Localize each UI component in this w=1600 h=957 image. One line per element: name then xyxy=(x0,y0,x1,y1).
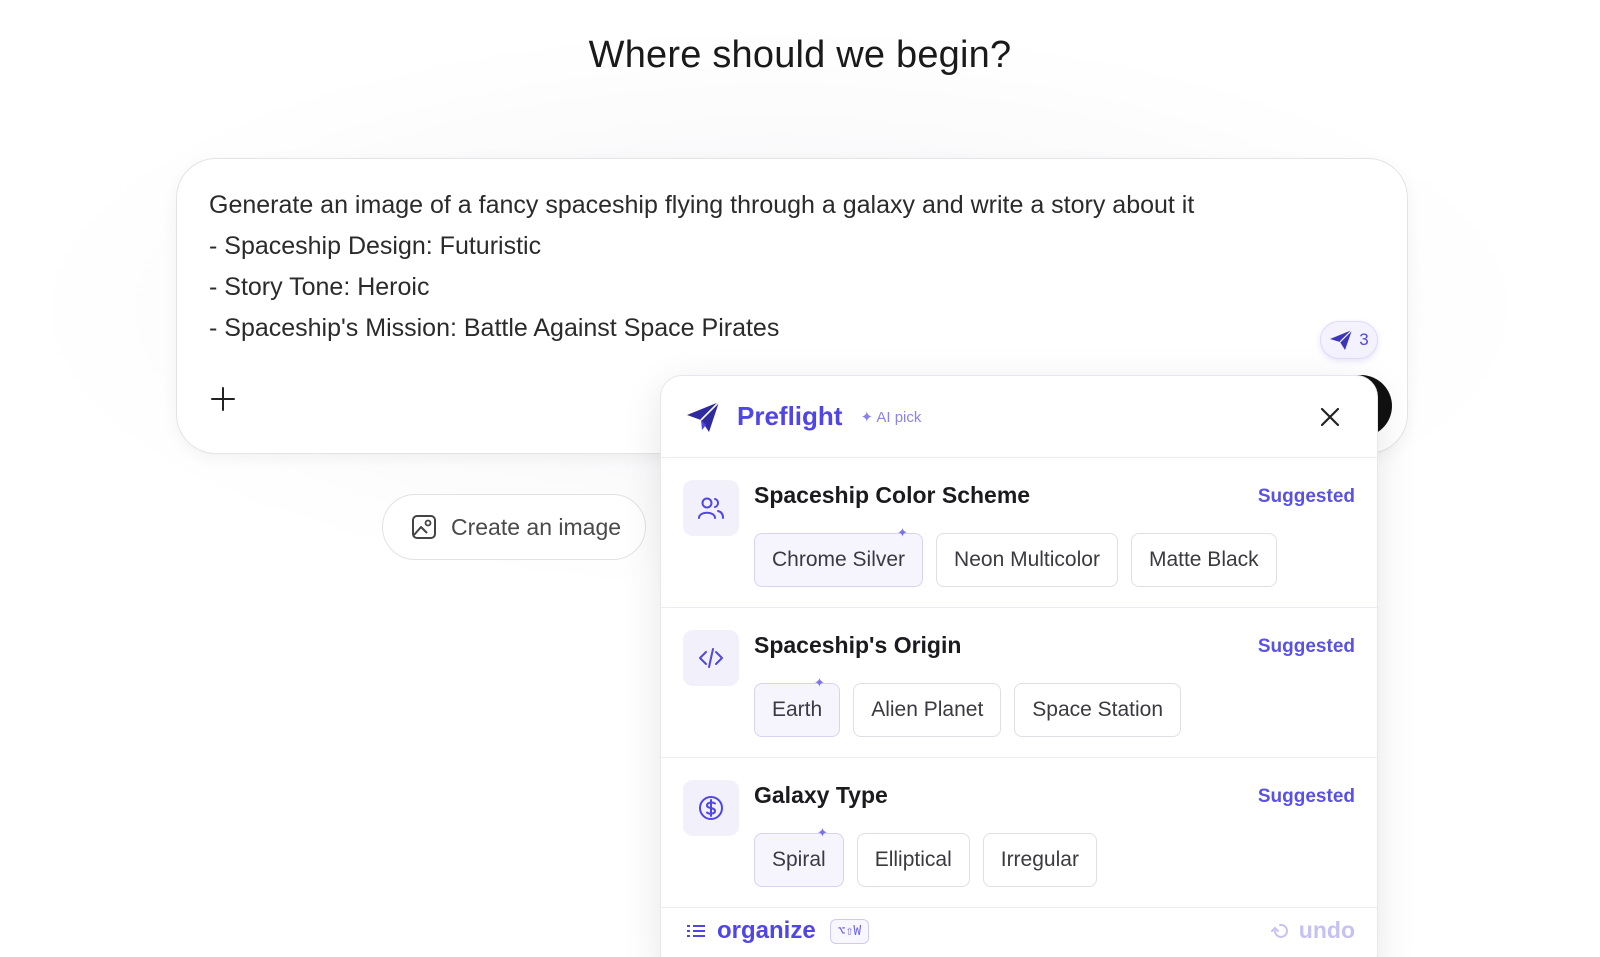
option-spiral[interactable]: ✦ Spiral xyxy=(754,825,844,887)
option-alien-planet[interactable]: Alien Planet xyxy=(853,683,1002,737)
close-button[interactable] xyxy=(1317,404,1343,430)
preflight-panel: Preflight ✦ AI pick Spaceship Color Sche… xyxy=(660,375,1378,957)
preflight-header: Preflight ✦ AI pick xyxy=(661,376,1377,458)
prompt-line: Generate an image of a fancy spaceship f… xyxy=(209,191,1195,219)
image-icon xyxy=(412,515,436,539)
option-chrome-silver[interactable]: ✦ Chrome Silver xyxy=(754,525,924,587)
section-title: Galaxy Type xyxy=(754,782,888,808)
option-space-station[interactable]: Space Station xyxy=(1014,683,1182,737)
preflight-section-color-scheme: Spaceship Color Scheme Suggested ✦ Chrom… xyxy=(661,458,1377,608)
list-icon xyxy=(687,925,705,937)
option-group: ✦ Chrome Silver Neon Multicolor Matte Bl… xyxy=(754,525,1277,587)
preflight-section-origin: Spaceship's Origin Suggested ✦ Earth Ali… xyxy=(661,608,1377,758)
option-label: Irregular xyxy=(1000,848,1079,871)
create-image-chip[interactable]: Create an image xyxy=(382,494,646,560)
option-label: Chrome Silver xyxy=(772,548,906,571)
prompt-line: - Story Tone: Heroic xyxy=(209,273,430,301)
page-headline: Where should we begin? xyxy=(588,34,1012,76)
plus-icon xyxy=(211,387,235,411)
prompt-line: - Spaceship's Mission: Battle Against Sp… xyxy=(209,314,780,342)
organize-button[interactable]: organize xyxy=(717,917,816,945)
option-label: Space Station xyxy=(1032,698,1164,721)
undo-label: undo xyxy=(1298,917,1355,943)
paper-plane-icon xyxy=(687,400,720,432)
dollar-icon xyxy=(683,780,739,836)
section-title: Spaceship Color Scheme xyxy=(754,482,1031,508)
preflight-count-badge: 3 xyxy=(1359,330,1369,349)
preflight-toggle-button[interactable]: 3 xyxy=(1320,321,1378,359)
option-earth[interactable]: ✦ Earth xyxy=(754,675,841,737)
add-attachment-button[interactable] xyxy=(205,381,241,417)
suggested-label: Suggested xyxy=(1257,486,1355,507)
option-label: Elliptical xyxy=(874,848,952,871)
paper-plane-icon xyxy=(1330,329,1353,350)
prompt-text[interactable]: Generate an image of a fancy spaceship f… xyxy=(209,185,1194,349)
suggested-label: Suggested xyxy=(1257,636,1355,657)
preflight-section-galaxy-type: Galaxy Type Suggested ✦ Spiral Elliptica… xyxy=(661,758,1377,908)
option-elliptical[interactable]: Elliptical xyxy=(856,833,970,887)
code-icon xyxy=(683,630,739,686)
option-group: ✦ Spiral Elliptical Irregular xyxy=(754,825,1097,887)
suggested-label: Suggested xyxy=(1257,786,1355,807)
shortcut-hint: ⌥⇧W xyxy=(829,918,870,944)
preflight-footer: organize ⌥⇧W undo xyxy=(661,901,1377,957)
option-label: Earth xyxy=(772,698,823,721)
option-label: Alien Planet xyxy=(871,698,984,721)
undo-icon xyxy=(1270,923,1288,938)
option-group: ✦ Earth Alien Planet Space Station xyxy=(754,675,1182,737)
sparkle-icon: ✦ xyxy=(897,525,908,540)
sparkle-icon: ✦ xyxy=(817,825,828,840)
option-label: Spiral xyxy=(772,848,826,871)
undo-button[interactable]: undo xyxy=(1270,917,1355,944)
option-matte-black[interactable]: Matte Black xyxy=(1130,533,1277,587)
option-neon-multicolor[interactable]: Neon Multicolor xyxy=(936,533,1118,587)
sparkle-icon: ✦ xyxy=(814,675,825,690)
prompt-line: - Spaceship Design: Futuristic xyxy=(209,232,542,260)
option-label: Matte Black xyxy=(1148,548,1259,571)
ai-pick-label: ✦ AI pick xyxy=(860,408,922,426)
option-label: Neon Multicolor xyxy=(954,548,1100,571)
section-title: Spaceship's Origin xyxy=(754,632,962,658)
users-icon xyxy=(683,480,739,536)
close-icon xyxy=(1320,407,1340,427)
preflight-title: Preflight xyxy=(737,401,843,431)
option-irregular[interactable]: Irregular xyxy=(982,833,1097,887)
create-image-label: Create an image xyxy=(451,513,622,540)
